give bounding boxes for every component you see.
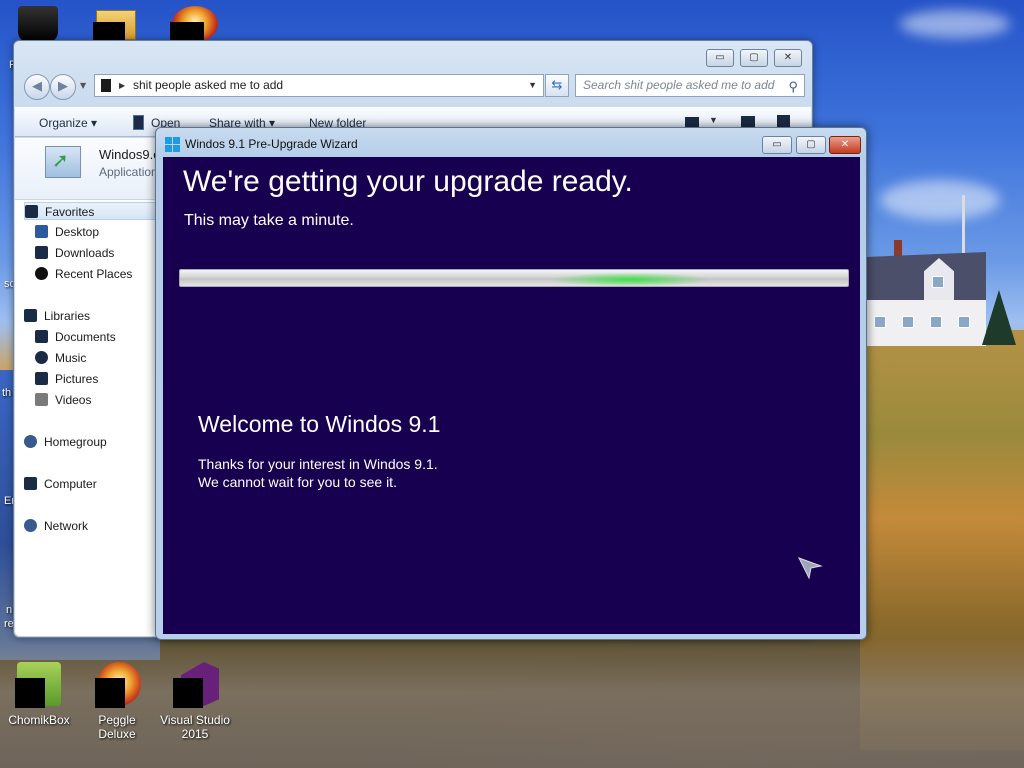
network-icon: [24, 519, 37, 532]
maximize-button[interactable]: ▢: [740, 49, 768, 67]
search-icon[interactable]: ⚲: [788, 76, 798, 97]
upgrade-progress-bar: [179, 269, 849, 287]
search-placeholder: Search shit people asked me to add: [583, 78, 775, 92]
window-title: Windos 9.1 Pre-Upgrade Wizard: [185, 137, 358, 151]
sidebar-item-recent-places[interactable]: Recent Places: [35, 265, 132, 283]
videos-icon: [35, 393, 48, 406]
organize-button[interactable]: Organize ▾: [39, 116, 97, 130]
wallpaper-cloud: [900, 10, 1010, 38]
minimize-button[interactable]: ▭: [762, 136, 792, 154]
welcome-text: Thanks for your interest in Windos 9.1. …: [198, 455, 438, 491]
sidebar-item-libraries[interactable]: Libraries: [24, 307, 90, 325]
recent-pages-icon[interactable]: ▼: [80, 81, 86, 90]
forward-button[interactable]: ▶: [50, 74, 76, 100]
sidebar-item-computer[interactable]: Computer: [24, 475, 97, 493]
desktop-icon-label: ChomikBox: [8, 713, 70, 727]
sidebar-item-videos[interactable]: Videos: [35, 391, 91, 409]
sidebar-item-music[interactable]: Music: [35, 349, 86, 367]
computer-icon: [24, 477, 37, 490]
desktop-icon: [35, 225, 48, 238]
documents-icon: [35, 330, 48, 343]
sidebar-item-desktop[interactable]: Desktop: [35, 223, 99, 241]
downloads-icon: [35, 246, 48, 259]
chevron-down-icon[interactable]: ▼: [709, 115, 718, 125]
redaction-box: [93, 22, 125, 40]
wallpaper-cloud: [880, 180, 1000, 220]
sidebar-item-homegroup[interactable]: Homegroup: [24, 433, 107, 451]
close-button[interactable]: ✕: [774, 49, 802, 67]
desktop-icon-label: Peggle Deluxe: [98, 713, 136, 741]
search-input[interactable]: Search shit people asked me to add ⚲: [575, 74, 805, 97]
address-bar[interactable]: ▶ shit people asked me to add ▼: [94, 74, 544, 97]
desktop-icon-peggle[interactable]: Peggle Deluxe: [78, 662, 156, 741]
selected-file-name: Windos9.e: [99, 147, 161, 162]
mouse-cursor-icon: [797, 557, 823, 580]
windows-logo-icon: [165, 137, 180, 152]
star-icon: [25, 205, 38, 218]
selected-file-type: Application: [99, 165, 158, 179]
music-icon: [35, 351, 48, 364]
libraries-icon: [24, 309, 37, 322]
pictures-icon: [35, 372, 48, 385]
redaction-box: [170, 22, 204, 40]
recent-places-icon: [35, 267, 48, 280]
welcome-title: Welcome to Windos 9.1: [198, 411, 441, 437]
welcome-line: We cannot wait for you to see it.: [198, 474, 397, 490]
sidebar-item-network[interactable]: Network: [24, 517, 88, 535]
recycle-bin-icon[interactable]: [18, 6, 58, 42]
wizard-subheading: This may take a minute.: [184, 212, 354, 229]
desktop-label-fragment: n: [6, 604, 13, 616]
sidebar-item-documents[interactable]: Documents: [35, 328, 116, 346]
progress-glow: [550, 270, 710, 286]
open-icon: [133, 115, 144, 130]
desktop-icon-chomikbox[interactable]: ChomikBox: [0, 662, 78, 727]
refresh-button[interactable]: ⇆: [545, 74, 569, 97]
installer-icon: ➚: [45, 146, 81, 178]
welcome-line: Thanks for your interest in Windos 9.1.: [198, 456, 438, 472]
upgrade-wizard-window: Windos 9.1 Pre-Upgrade Wizard ▭ ▢ ✕ We'r…: [155, 127, 867, 640]
desktop-label-fragment: th: [2, 387, 12, 399]
folder-icon: [101, 79, 111, 92]
wizard-heading: We're getting your upgrade ready.: [183, 165, 633, 198]
chevron-down-icon[interactable]: ▼: [528, 75, 537, 96]
breadcrumb-arrow-icon[interactable]: ▶: [119, 75, 125, 96]
homegroup-icon: [24, 435, 37, 448]
maximize-button[interactable]: ▢: [796, 136, 826, 154]
wizard-content: We're getting your upgrade ready. This m…: [163, 157, 860, 634]
sidebar-item-pictures[interactable]: Pictures: [35, 370, 98, 388]
refresh-icon: ⇆: [551, 78, 563, 93]
redaction-box: [173, 678, 203, 708]
desktop-icon-visual-studio[interactable]: Visual Studio 2015: [156, 662, 234, 741]
redaction-box: [15, 678, 45, 708]
sidebar-item-favorites[interactable]: Favorites: [24, 202, 158, 220]
redaction-box: [95, 678, 125, 708]
close-button[interactable]: ✕: [829, 136, 861, 154]
navigation-buttons: ◀ ▶: [22, 74, 80, 100]
wallpaper-house: [866, 240, 988, 350]
minimize-button[interactable]: ▭: [706, 49, 734, 67]
desktop-icon-label: Visual Studio 2015: [160, 713, 230, 741]
address-text: shit people asked me to add: [133, 78, 284, 92]
back-button[interactable]: ◀: [24, 74, 50, 100]
sidebar-item-downloads[interactable]: Downloads: [35, 244, 114, 262]
